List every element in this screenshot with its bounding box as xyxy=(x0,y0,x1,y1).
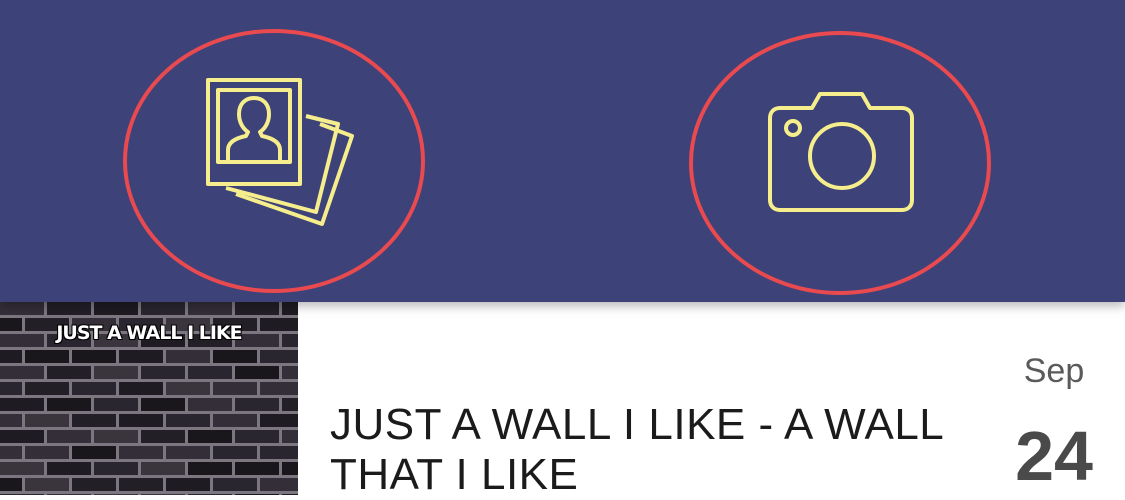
photo-gallery-icon xyxy=(206,78,354,226)
photo-source-toolbar xyxy=(0,0,1125,302)
thumbnail-caption: JUST A WALL I LIKE xyxy=(56,322,242,344)
post-card[interactable]: JUST A WALL I LIKE JUST A WALL I LIKE - … xyxy=(0,302,1125,499)
camera-button[interactable] xyxy=(688,30,992,296)
camera-icon xyxy=(768,92,914,212)
post-title[interactable]: JUST A WALL I LIKE - A WALL THAT I LIKE xyxy=(330,400,990,500)
post-date-month: Sep xyxy=(1023,352,1085,390)
post-date-day: 24 xyxy=(1015,417,1093,495)
gallery-button[interactable] xyxy=(122,28,426,294)
post-thumbnail[interactable]: JUST A WALL I LIKE xyxy=(0,302,298,495)
